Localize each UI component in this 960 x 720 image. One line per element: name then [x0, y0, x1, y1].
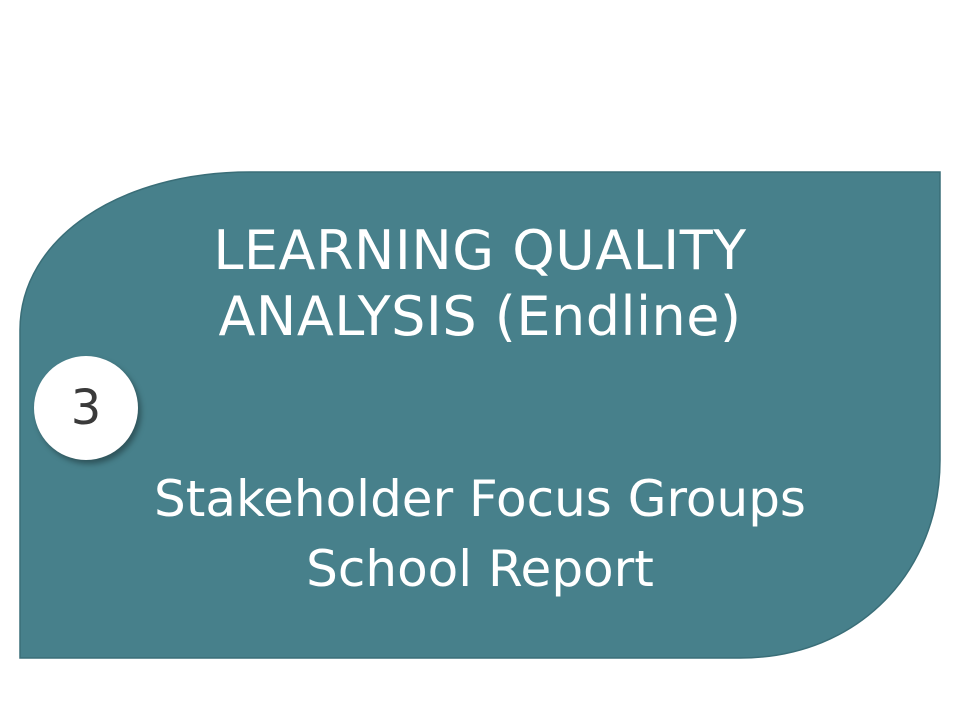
report-title: LEARNING QUALITY ANALYSIS (Endline) [120, 218, 840, 350]
cover-page: LEARNING QUALITY ANALYSIS (Endline) 3 St… [0, 0, 960, 720]
section-number-badge: 3 [34, 356, 138, 460]
section-number: 3 [70, 380, 102, 436]
report-title-line-2: ANALYSIS (Endline) [218, 285, 742, 348]
report-subtitle: Stakeholder Focus Groups School Report [100, 464, 860, 604]
report-subtitle-line-2: School Report [306, 540, 654, 598]
report-subtitle-line-1: Stakeholder Focus Groups [153, 470, 806, 528]
report-title-line-1: LEARNING QUALITY [213, 219, 747, 282]
title-banner [19, 171, 941, 659]
